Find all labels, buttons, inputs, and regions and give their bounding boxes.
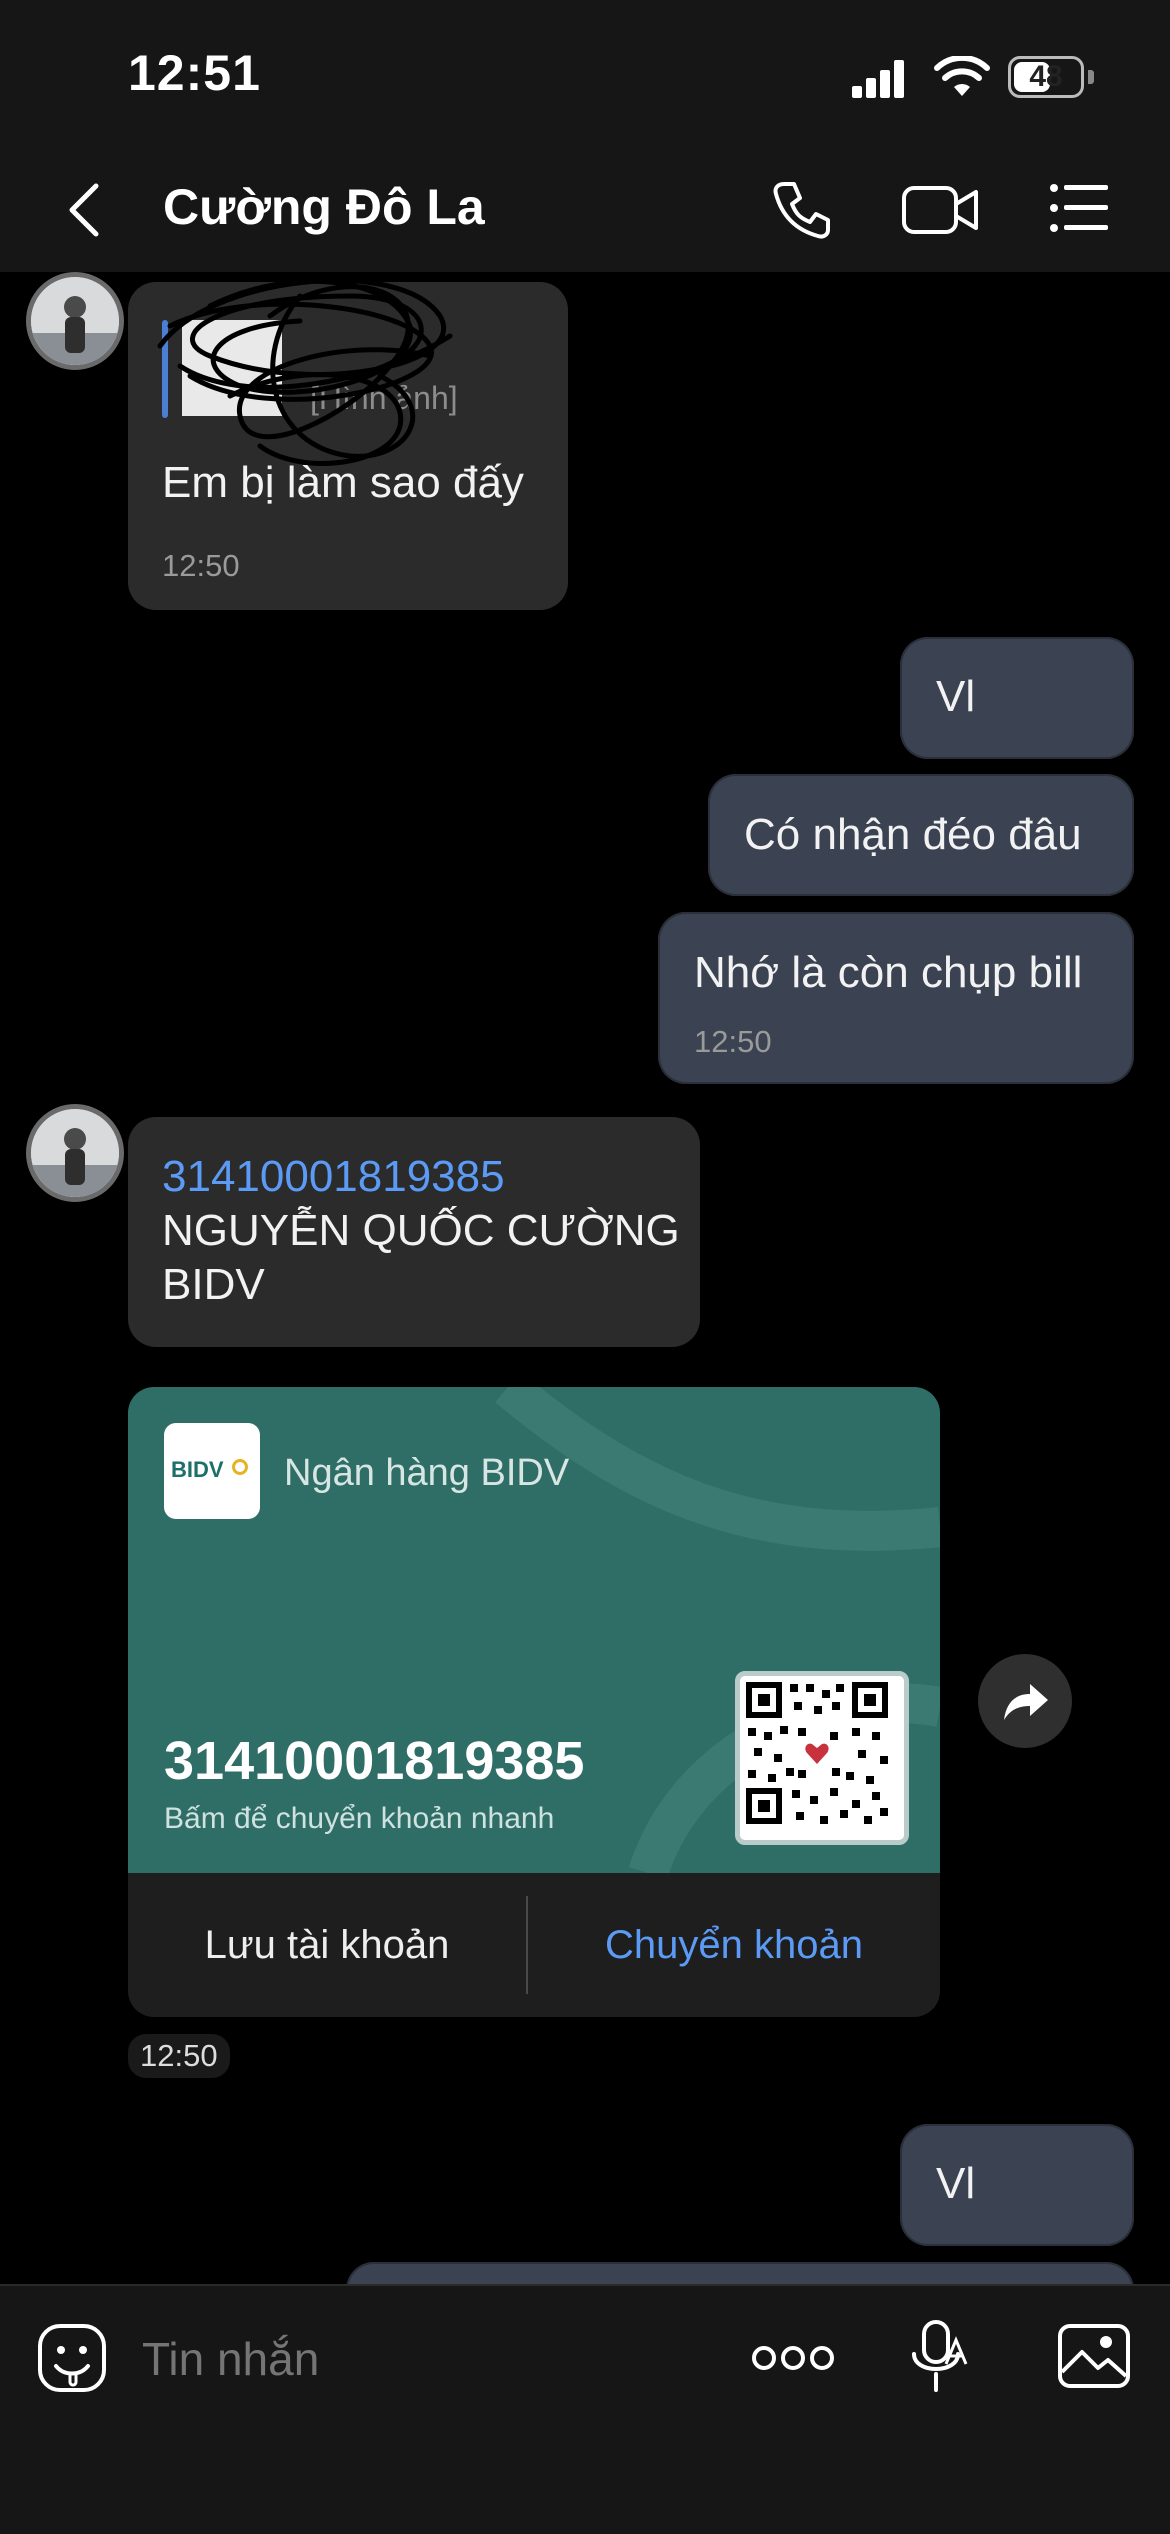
account-name-text: NGUYỄN QUỐC CƯỜNG	[162, 1206, 680, 1255]
bidv-logo: BIDV	[164, 1423, 260, 1519]
bidv-logo-text: BIDV	[171, 1457, 224, 1482]
message-text: Vl	[936, 672, 976, 721]
transfer-button[interactable]: Chuyển khoản	[528, 1873, 940, 2017]
message-input[interactable]	[140, 2322, 704, 2396]
chevron-left-icon[interactable]	[64, 182, 104, 238]
share-button[interactable]	[978, 1654, 1072, 1748]
message-text: Vl	[936, 2159, 976, 2208]
account-number-link[interactable]: 31410001819385	[162, 1152, 505, 1202]
qr-code-icon	[746, 1682, 888, 1824]
status-time: 12:51	[128, 45, 261, 101]
card-account-number: 31410001819385	[164, 1731, 585, 1791]
bidv-star-icon	[232, 1459, 248, 1475]
sticker-icon[interactable]	[36, 2322, 108, 2394]
video-camera-icon[interactable]	[900, 178, 980, 242]
message-time: 12:50	[128, 2034, 230, 2078]
message-text: Có nhận đéo đâu	[744, 810, 1082, 859]
card-bank-name: Ngân hàng BIDV	[284, 1452, 570, 1494]
message-text: Em bị làm sao đấy	[162, 458, 524, 507]
battery-icon: 48	[1008, 56, 1084, 98]
avatar[interactable]	[26, 1104, 124, 1202]
message-time: 12:50	[162, 548, 240, 583]
voice-to-text-icon[interactable]	[906, 2318, 970, 2398]
person-photo-icon	[31, 1109, 119, 1197]
phone-icon[interactable]	[770, 178, 834, 242]
avatar[interactable]	[26, 272, 124, 370]
card-hint: Bấm để chuyển khoản nhanh	[164, 1802, 555, 1835]
image-gallery-icon[interactable]	[1056, 2322, 1132, 2390]
message-text: Nhớ là còn chụp bill	[694, 948, 1083, 997]
more-dots-icon[interactable]	[750, 2340, 836, 2376]
wifi-icon	[934, 56, 990, 96]
battery-level: 48	[1029, 60, 1063, 93]
person-photo-icon	[31, 277, 119, 365]
message-time: 12:50	[694, 1024, 772, 1059]
signal-icon	[852, 60, 904, 98]
list-icon[interactable]	[1048, 180, 1112, 236]
battery-tip	[1088, 70, 1094, 84]
qr-code[interactable]	[735, 1671, 909, 1845]
bank-name-text: BIDV	[162, 1260, 265, 1309]
share-arrow-icon	[1004, 1684, 1048, 1720]
contact-name[interactable]: Cường Đô La	[163, 178, 485, 236]
scribble-redaction	[157, 278, 453, 466]
save-account-button[interactable]: Lưu tài khoản	[128, 1873, 526, 2017]
